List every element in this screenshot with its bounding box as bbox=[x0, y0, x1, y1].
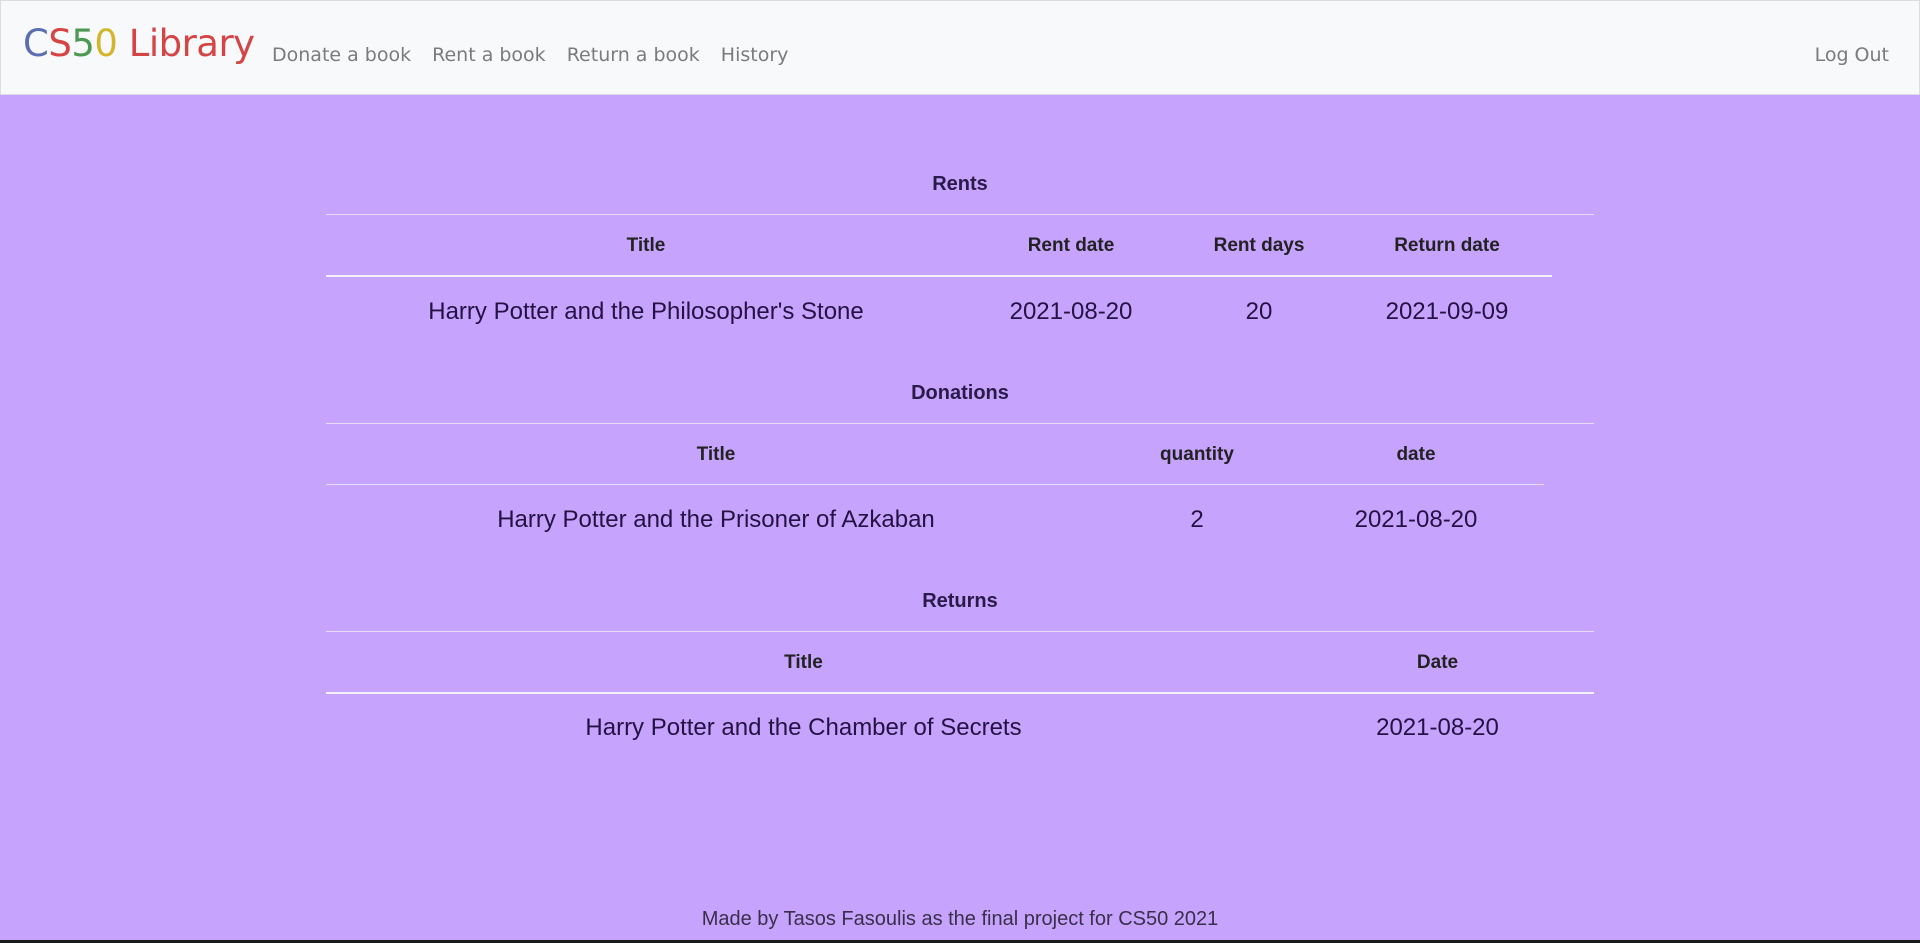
donations-header-title: Title bbox=[696, 444, 736, 465]
donations-header-quantity: quantity bbox=[1160, 444, 1234, 465]
brand-logo-link[interactable]: CS50 Library bbox=[23, 25, 255, 62]
returns-header-date: Date bbox=[1416, 652, 1459, 673]
donations-cell-title: Harry Potter and the Prisoner of Azkaban bbox=[497, 506, 935, 533]
returns-cell-date: 2021-08-20 bbox=[1376, 714, 1499, 741]
returns-top-divider bbox=[326, 631, 1594, 632]
donations-header-divider bbox=[326, 484, 1544, 485]
rents-cell-title: Harry Potter and the Philosopher's Stone bbox=[428, 298, 864, 325]
returns-header-title: Title bbox=[784, 652, 823, 673]
donations-cell-quantity: 2 bbox=[1190, 506, 1204, 533]
donations-cell-date: 2021-08-20 bbox=[1354, 506, 1478, 533]
rents-header-return-date: Return date bbox=[1394, 235, 1500, 256]
brand-library-text: Library bbox=[117, 22, 255, 65]
returns-title: Returns bbox=[922, 590, 998, 612]
donations-header-date: date bbox=[1396, 444, 1436, 465]
nav-link-rent[interactable]: Rent a book bbox=[432, 43, 546, 67]
logout-link[interactable]: Log Out bbox=[1815, 43, 1889, 67]
nav-links: Donate a book Rent a book Return a book … bbox=[272, 43, 809, 67]
brand-letter-c: C bbox=[23, 22, 49, 65]
rents-header-rent-days: Rent days bbox=[1213, 235, 1305, 256]
brand-letter-5: 5 bbox=[71, 22, 95, 65]
nav-link-history[interactable]: History bbox=[721, 43, 789, 67]
donations-top-divider bbox=[326, 423, 1594, 424]
rents-cell-rent-days: 20 bbox=[1245, 298, 1273, 325]
brand-letter-s: S bbox=[48, 22, 72, 65]
rents-title: Rents bbox=[932, 173, 988, 195]
returns-header-divider bbox=[326, 692, 1594, 694]
rents-cell-return-date: 2021-09-09 bbox=[1385, 298, 1509, 325]
donations-title: Donations bbox=[911, 382, 1009, 404]
nav-link-donate[interactable]: Donate a book bbox=[272, 43, 411, 67]
rents-cell-rent-date: 2021-08-20 bbox=[1009, 298, 1133, 325]
rents-header-divider bbox=[326, 275, 1552, 277]
nav-link-return[interactable]: Return a book bbox=[567, 43, 700, 67]
rents-header-rent-date: Rent date bbox=[1027, 235, 1115, 256]
brand-letter-0: 0 bbox=[94, 22, 118, 65]
rents-top-divider bbox=[326, 214, 1594, 215]
returns-cell-title: Harry Potter and the Chamber of Secrets bbox=[585, 714, 1022, 741]
rents-header-title: Title bbox=[626, 235, 666, 256]
footer-text: Made by Tasos Fasoulis as the final proj… bbox=[701, 908, 1219, 930]
navbar: CS50 Library Donate a book Rent a book R… bbox=[0, 0, 1920, 95]
